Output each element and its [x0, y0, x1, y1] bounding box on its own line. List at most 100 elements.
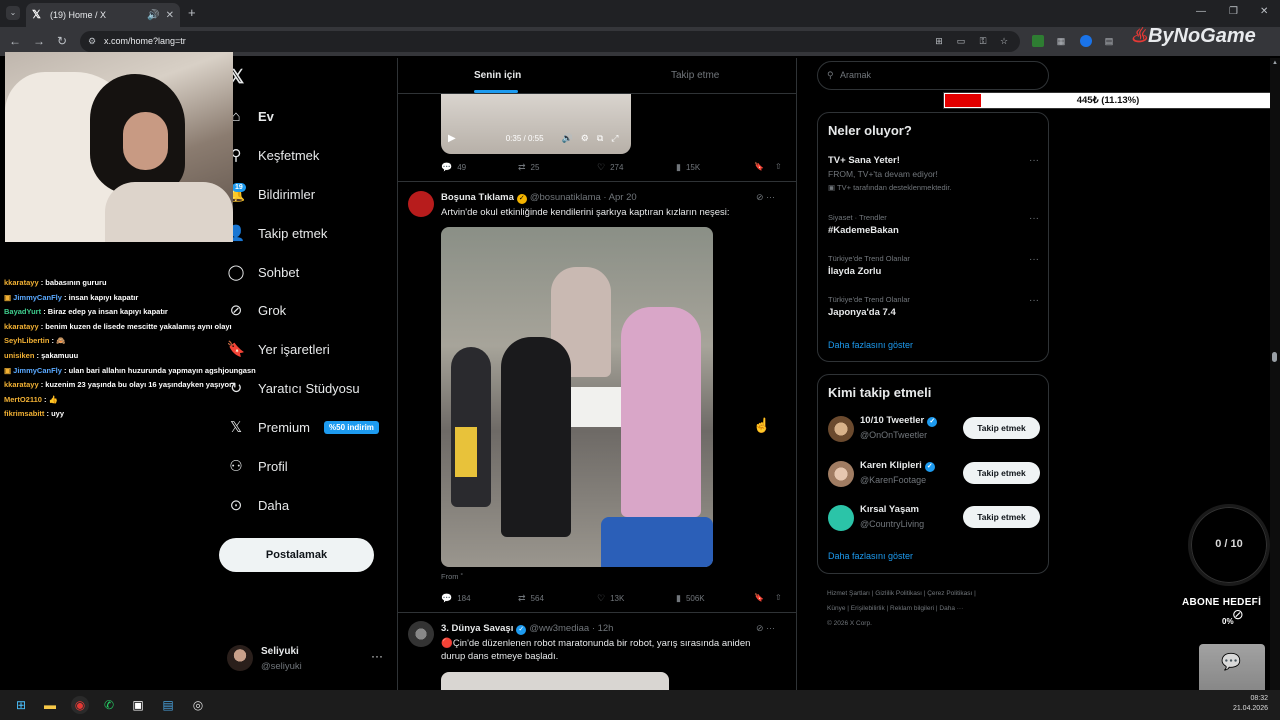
tweet-author-handle[interactable]: @ww3mediaa: [529, 623, 589, 634]
search-input[interactable]: ⚲ Aramak: [817, 61, 1049, 90]
share-icon[interactable]: ⇧: [775, 162, 782, 171]
nav-item[interactable]: ⚲ Keşfetmek: [226, 140, 396, 170]
tweet-date[interactable]: · 12h: [592, 623, 614, 634]
more-dots-icon[interactable]: ···: [766, 623, 775, 633]
share-icon[interactable]: ⇧: [775, 593, 782, 602]
like-button[interactable]: ♡ 274: [597, 162, 623, 173]
reload-icon[interactable]: ↻: [57, 34, 67, 48]
file-explorer-icon[interactable]: ▬: [41, 696, 59, 714]
photos-icon[interactable]: ▤: [159, 696, 177, 714]
nav-item[interactable]: ⚇ Profil: [226, 451, 396, 481]
whatsapp-icon[interactable]: ✆: [100, 696, 118, 714]
show-more-link[interactable]: Daha fazlasını göster: [828, 551, 913, 561]
translate-icon[interactable]: ⊞: [933, 35, 945, 47]
avatar[interactable]: [408, 621, 434, 647]
bookmark-star-icon[interactable]: ☆: [998, 35, 1010, 47]
extension-icon[interactable]: ▤: [1103, 35, 1115, 47]
reply-button[interactable]: 💬 184: [441, 593, 471, 604]
more-dots-icon[interactable]: ···: [371, 649, 383, 663]
app-icon[interactable]: ▣: [129, 696, 147, 714]
chat-message: kkaratayy : benim kuzen de lisede mescit…: [4, 320, 264, 335]
windows-start-icon[interactable]: ⊞: [12, 696, 30, 714]
bookmark-icon[interactable]: 🔖: [754, 593, 764, 602]
tweet-author-name[interactable]: Boşuna Tıklama: [441, 192, 514, 203]
follow-suggestion[interactable]: Kırsal Yaşam @CountryLiving Takip etmek: [828, 504, 1043, 534]
site-info-icon[interactable]: ⚙: [88, 31, 96, 52]
trend-item[interactable]: Türkiye'de Trend Olanlar Japonya'da 7.4 …: [828, 295, 1043, 318]
nav-item[interactable]: ⌂ Ev: [226, 101, 396, 131]
tab-for-you[interactable]: Senin için: [474, 70, 521, 81]
grok-icon[interactable]: ⊘: [756, 623, 764, 633]
address-bar[interactable]: ⚙ x.com/home?lang=tr: [80, 31, 1020, 52]
extension-icon[interactable]: [1080, 35, 1092, 47]
bookmark-icon[interactable]: 🔖: [754, 162, 764, 171]
fullscreen-icon[interactable]: ⤢: [611, 133, 618, 144]
trend-item[interactable]: Türkiye'de Trend Olanlar İlayda Zorlu ··…: [828, 254, 1043, 277]
tweet-author-handle[interactable]: @bosunatiklama: [530, 192, 601, 203]
nav-item[interactable]: ⊙ Daha: [226, 490, 396, 520]
forward-arrow-icon[interactable]: →: [33, 34, 45, 48]
restore-icon[interactable]: ❐: [1229, 6, 1238, 17]
page-scrollbar[interactable]: [1270, 58, 1280, 690]
cast-icon[interactable]: ▭: [955, 35, 967, 47]
miniplayer-icon[interactable]: ⧉: [597, 133, 603, 144]
scroll-up-arrow-icon[interactable]: ▲: [1272, 60, 1278, 66]
follow-suggestion[interactable]: 10/10 Tweetler ✓ @OnOnTweetler Takip etme…: [828, 415, 1043, 445]
close-window-icon[interactable]: ✕: [1260, 6, 1268, 17]
more-dots-icon[interactable]: ···: [766, 192, 775, 202]
password-key-icon[interactable]: ⚿: [977, 35, 989, 47]
more-dots-icon[interactable]: ···: [1029, 213, 1039, 224]
tab-following[interactable]: Takip etme: [671, 70, 719, 81]
trend-item[interactable]: TV+ Sana Yeter! FROM, TV+'ta devam ediyo…: [828, 155, 1043, 192]
views-button[interactable]: ▮ 15K: [676, 162, 700, 173]
chat-message: kkaratayy : babasının gururu: [4, 276, 264, 291]
more-dots-icon[interactable]: ···: [1029, 155, 1039, 166]
post-button[interactable]: Postalamak: [219, 538, 374, 572]
tweet-media[interactable]: [441, 672, 669, 690]
chat-username: fikrimsabitt: [4, 409, 45, 419]
follow-button[interactable]: Takip etmek: [963, 506, 1040, 528]
chat-username: kkaratayy: [4, 278, 39, 287]
tweet-video[interactable]: [441, 227, 713, 567]
views-button[interactable]: ▮ 506K: [676, 593, 705, 604]
retweet-button[interactable]: ⇄ 564: [518, 593, 544, 604]
tweet-date[interactable]: · Apr 20: [603, 192, 636, 203]
settings-gear-icon[interactable]: ⚙: [581, 133, 589, 144]
more-dots-icon[interactable]: ···: [1029, 254, 1039, 265]
reply-button[interactable]: 💬 49: [441, 162, 466, 173]
speaker-icon[interactable]: 🔊: [147, 10, 159, 21]
system-clock[interactable]: 08:32 21.04.2026: [1222, 694, 1268, 714]
grok-icon[interactable]: ⊘: [756, 192, 764, 202]
follow-button[interactable]: Takip etmek: [963, 462, 1040, 484]
heart-icon: ♡: [597, 593, 606, 603]
nav-item[interactable]: 🔔 Bildirimler: [226, 179, 396, 209]
tweet-author-name[interactable]: 3. Dünya Savaşı: [441, 623, 513, 634]
browser-tab[interactable]: 𝕏 (19) Home / X 🔊 ✕: [26, 3, 180, 27]
chrome-icon[interactable]: ◉: [71, 696, 89, 714]
show-more-link[interactable]: Daha fazlasını göster: [828, 340, 913, 350]
more-dots-icon[interactable]: ···: [1029, 295, 1039, 306]
chat-text: : ulan bari allahın huzurunda yapmayın a…: [61, 365, 256, 375]
extension-icon[interactable]: ▦: [1055, 35, 1067, 47]
tab-search-button[interactable]: ⌄: [6, 6, 20, 20]
retweet-button[interactable]: ⇄ 25: [518, 162, 539, 173]
like-button[interactable]: ♡ 13K: [597, 593, 624, 604]
account-switcher[interactable]: Seliyuki @seliyuki ···: [227, 643, 387, 675]
minimize-icon[interactable]: —: [1196, 6, 1206, 17]
trend-item[interactable]: Siyaset · Trendler #KademeBakan ···: [828, 213, 1043, 236]
follow-button[interactable]: Takip etmek: [963, 417, 1040, 439]
follow-suggestion[interactable]: Karen Klipleri ✓ @KarenFootage Takip etme…: [828, 460, 1043, 490]
flame-icon: ♨: [1130, 25, 1148, 47]
back-arrow-icon[interactable]: ←: [9, 34, 21, 48]
obs-icon[interactable]: ◎: [189, 696, 207, 714]
chat-message: BayadYurt : Biraz edep ya insan kapıyı k…: [4, 305, 264, 320]
close-tab-icon[interactable]: ✕: [166, 10, 174, 21]
volume-icon[interactable]: 🔊: [562, 133, 573, 144]
video-player[interactable]: [441, 94, 631, 154]
scrollbar-thumb[interactable]: [1272, 352, 1277, 362]
play-icon[interactable]: ▶: [448, 133, 456, 144]
avatar[interactable]: [408, 191, 434, 217]
new-tab-button[interactable]: +: [188, 5, 196, 20]
nav-item[interactable]: 👤 Takip etmek: [226, 218, 396, 248]
extension-icon[interactable]: [1032, 35, 1044, 47]
